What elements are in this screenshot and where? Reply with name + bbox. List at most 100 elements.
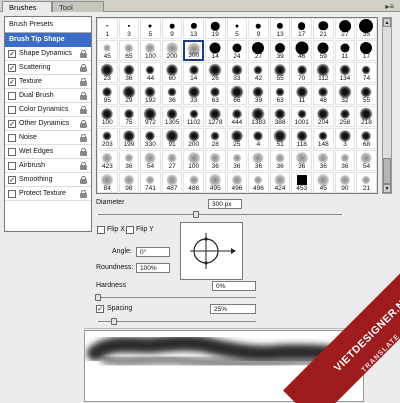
spacing-slider-handle[interactable] (110, 318, 117, 325)
diameter-field[interactable]: 300 px (208, 199, 242, 209)
brush-option-row[interactable]: Color Dynamics (5, 103, 91, 117)
brush-tip-cell[interactable]: 63 (269, 84, 291, 105)
brush-tip-cell[interactable]: 423 (97, 150, 118, 171)
lock-icon[interactable] (80, 134, 87, 142)
brush-tip-cell[interactable]: 35 (356, 18, 377, 39)
option-checkbox[interactable]: ✓ (8, 64, 16, 72)
panel-menu-icon[interactable]: ▸≡ (385, 2, 394, 11)
brush-tip-cell[interactable]: 32 (334, 84, 356, 105)
brush-tip-cell[interactable]: 1305 (161, 106, 183, 127)
brush-tip-cell[interactable]: 36 (248, 150, 269, 171)
lock-icon[interactable] (80, 78, 87, 86)
diameter-slider-handle[interactable] (192, 211, 199, 218)
brush-tip-cell[interactable]: 55 (356, 84, 377, 105)
brush-tip-cell[interactable]: 70 (291, 62, 312, 83)
brush-tip-cell[interactable]: 112 (313, 62, 334, 83)
diameter-slider[interactable] (98, 214, 342, 215)
scroll-down-icon[interactable]: ▼ (383, 184, 391, 193)
brush-tip-cell[interactable]: 100 (140, 40, 161, 61)
brush-tip-cell[interactable]: 36 (118, 150, 140, 171)
brush-tip-cell[interactable]: 60 (161, 62, 183, 83)
brush-tip-cell[interactable]: 1102 (183, 106, 204, 127)
roundness-field[interactable]: 100% (136, 263, 170, 273)
brush-option-row[interactable]: Wet Edges (5, 145, 91, 159)
brush-tip-cell[interactable]: 21 (356, 172, 377, 193)
brush-tip-cell[interactable]: 59 (313, 40, 334, 61)
brush-tip-cell[interactable]: 26 (205, 62, 226, 83)
brush-tip-cell[interactable]: 17 (356, 40, 377, 61)
brush-tip-cell[interactable]: 453 (291, 172, 312, 193)
brush-tip-cell[interactable]: 100 (97, 106, 118, 127)
brush-tip-cell[interactable]: 17 (291, 18, 312, 39)
brush-tip-cell[interactable]: 51 (269, 128, 291, 149)
brush-tip-cell[interactable]: 36 (205, 150, 226, 171)
brush-tip-cell[interactable]: 36 (161, 84, 183, 105)
brush-tip-cell[interactable]: 21 (313, 18, 334, 39)
brush-tip-cell[interactable]: 19 (205, 18, 226, 39)
brush-tip-cell[interactable]: 1 (97, 18, 118, 39)
brush-tip-cell[interactable]: 258 (334, 106, 356, 127)
option-checkbox[interactable] (8, 106, 16, 114)
option-checkbox[interactable] (8, 148, 16, 156)
brush-tip-cell[interactable]: 39 (248, 84, 269, 105)
brush-option-row[interactable]: ✓ Texture (5, 75, 91, 89)
brush-tip-cell[interactable]: 33 (226, 62, 248, 83)
brush-tip-cell[interactable]: 44 (140, 62, 161, 83)
scroll-thumb[interactable] (383, 158, 391, 184)
brush-tip-cell[interactable]: 1001 (291, 106, 312, 127)
brush-tip-cell[interactable]: 66 (226, 84, 248, 105)
flip-y-checkbox[interactable] (126, 226, 134, 234)
option-checkbox[interactable] (8, 190, 16, 198)
brush-tip-cell[interactable]: 39 (269, 40, 291, 61)
brush-tip-cell[interactable]: 75 (118, 106, 140, 127)
grid-scrollbar[interactable]: ▲ ▼ (382, 17, 392, 194)
option-checkbox[interactable]: ✓ (8, 50, 16, 58)
brush-tip-cell[interactable]: 36 (269, 150, 291, 171)
brush-option-row[interactable]: Dual Brush (5, 89, 91, 103)
option-checkbox[interactable] (8, 162, 16, 170)
brush-tip-shape-item[interactable]: Brush Tip Shape (5, 33, 91, 47)
brush-tip-cell[interactable]: 98 (118, 172, 140, 193)
brush-tip-cell[interactable]: 11 (334, 40, 356, 61)
brush-tip-cell[interactable]: 218 (356, 106, 377, 127)
flip-x-checkbox[interactable] (97, 226, 105, 234)
brush-tip-cell[interactable]: 3 (118, 18, 140, 39)
brush-tip-cell[interactable]: 200 (161, 40, 183, 61)
brush-tip-cell[interactable]: 55 (269, 62, 291, 83)
brush-tip-cell[interactable]: 5 (140, 18, 161, 39)
brush-tip-cell[interactable]: 36 (118, 62, 140, 83)
brush-tip-cell[interactable]: 36 (291, 150, 312, 171)
lock-icon[interactable] (80, 64, 87, 72)
lock-icon[interactable] (80, 190, 87, 198)
brush-tip-cell[interactable]: 28 (205, 128, 226, 149)
brush-tip-cell[interactable]: 741 (140, 172, 161, 193)
brush-option-row[interactable]: Airbrush (5, 159, 91, 173)
brush-tip-cell[interactable]: 9 (248, 18, 269, 39)
lock-icon[interactable] (80, 106, 87, 114)
brush-presets-item[interactable]: Brush Presets (5, 17, 91, 33)
lock-icon[interactable] (80, 50, 87, 58)
option-checkbox[interactable]: ✓ (8, 78, 16, 86)
brush-tip-cell[interactable]: 424 (269, 172, 291, 193)
brush-tip-cell[interactable]: 36 (334, 150, 356, 171)
lock-icon[interactable] (80, 176, 87, 184)
brush-option-row[interactable]: Noise (5, 131, 91, 145)
brush-tip-cell[interactable]: 204 (313, 106, 334, 127)
brush-tip-cell[interactable]: 33 (183, 84, 204, 105)
brush-tip-cell[interactable]: 192 (140, 84, 161, 105)
brush-tip-cell[interactable]: 1278 (205, 106, 226, 127)
brush-option-row[interactable]: ✓ Smoothing (5, 173, 91, 187)
angle-field[interactable]: 0° (136, 247, 170, 257)
brush-tip-cell[interactable]: 63 (205, 84, 226, 105)
brush-tip-cell[interactable]: 45 (97, 40, 118, 61)
brush-tip-cell[interactable]: 36 (313, 150, 334, 171)
brush-tip-cell[interactable]: 1383 (248, 106, 269, 127)
option-checkbox[interactable] (8, 92, 16, 100)
brush-tip-cell[interactable]: 54 (356, 150, 377, 171)
brush-option-row[interactable]: Protect Texture (5, 187, 91, 201)
lock-icon[interactable] (80, 120, 87, 128)
brush-tip-cell[interactable]: 330 (140, 128, 161, 149)
brush-tip-cell[interactable]: 134 (334, 62, 356, 83)
brush-tip-cell[interactable]: 13 (269, 18, 291, 39)
brush-tip-cell[interactable]: 199 (118, 128, 140, 149)
